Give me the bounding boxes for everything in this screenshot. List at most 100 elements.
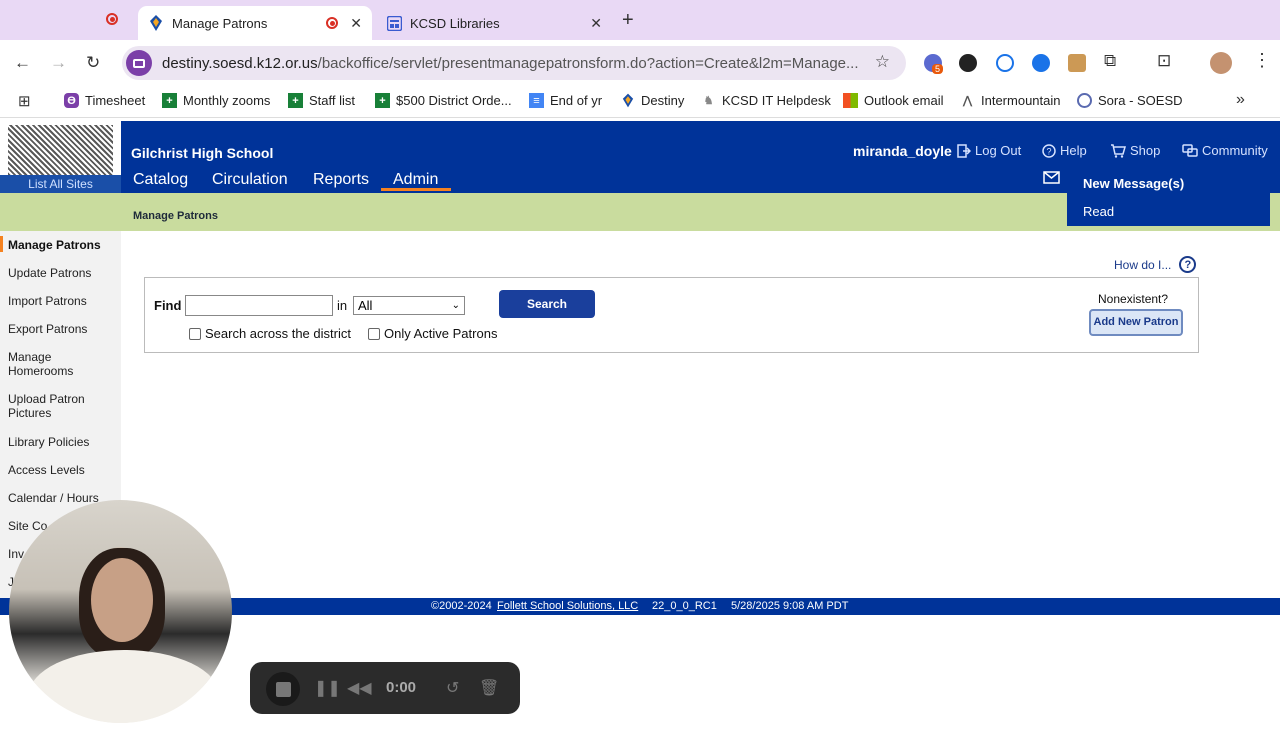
new-messages-item[interactable]: New Message(s) <box>1083 176 1184 191</box>
logout-link[interactable]: Log Out <box>957 143 1021 158</box>
webcam-face <box>91 558 153 642</box>
find-patron-panel: Find in All ⌄ Search Search across the d… <box>144 277 1199 353</box>
find-input[interactable] <box>185 295 333 316</box>
webcam-body <box>29 650 219 723</box>
pause-icon[interactable]: ❚❚ <box>314 678 341 698</box>
bookmark-intermountain[interactable]: ⋀ Intermountain <box>960 93 1061 108</box>
school-name: Gilchrist High School <box>131 145 274 161</box>
profile-avatar[interactable] <box>1210 52 1232 74</box>
extension-icon[interactable] <box>996 54 1014 72</box>
nav-reports[interactable]: Reports <box>313 171 369 189</box>
bookmark-star-icon[interactable]: ☆ <box>875 52 890 72</box>
help-link[interactable]: ? Help <box>1042 143 1087 158</box>
address-bar[interactable]: destiny.soesd.k12.or.us/backoffice/servl… <box>122 46 906 80</box>
more-bookmarks-icon[interactable]: » <box>1236 91 1245 109</box>
document-favicon-icon <box>386 15 402 31</box>
bookmark-end-of-yr[interactable]: ≡ End of yr <box>529 93 602 108</box>
site-info-icon[interactable] <box>126 50 152 76</box>
sheet-icon: + <box>375 93 390 108</box>
stop-recording-button[interactable] <box>266 672 300 706</box>
svg-text:?: ? <box>1046 146 1051 156</box>
extensions-puzzle-icon[interactable]: ⧉ <box>1104 51 1116 71</box>
community-link[interactable]: Community <box>1182 143 1268 158</box>
bookmark-district-order[interactable]: + $500 District Orde... <box>375 93 512 108</box>
forward-icon[interactable]: → <box>50 53 67 73</box>
webcam-overlay[interactable] <box>9 500 232 723</box>
restart-icon[interactable]: ↺ <box>446 678 459 698</box>
rewind-icon[interactable]: ◀◀ <box>347 678 372 698</box>
search-scope-select[interactable]: All ⌄ <box>353 296 465 315</box>
sidebar-item-upload-patron-pictures[interactable]: Upload Patron Pictures <box>8 392 92 420</box>
read-messages-item[interactable]: Read <box>1083 204 1114 219</box>
search-across-district-checkbox[interactable]: Search across the district <box>189 326 351 341</box>
sidebar-item-manage-homerooms[interactable]: Manage Homerooms <box>8 350 78 378</box>
bookmark-destiny[interactable]: Destiny <box>620 93 684 108</box>
community-icon <box>1182 143 1198 157</box>
checkbox-box[interactable] <box>189 327 201 340</box>
tab-search-icon[interactable]: ⊡ <box>1157 51 1171 71</box>
logout-icon <box>957 143 971 158</box>
sidebar-item-import-patrons[interactable]: Import Patrons <box>8 294 118 308</box>
nonexistent-label: Nonexistent? <box>1098 292 1169 306</box>
nav-catalog[interactable]: Catalog <box>133 171 188 189</box>
nav-circulation[interactable]: Circulation <box>212 171 288 189</box>
sidebar-item-access-levels[interactable]: Access Levels <box>8 463 118 477</box>
chevron-down-icon: ⌄ <box>451 300 460 311</box>
back-icon[interactable]: ← <box>14 53 31 73</box>
sidebar-item-library-policies[interactable]: Library Policies <box>8 435 118 449</box>
extension-icon[interactable] <box>959 54 977 72</box>
mail-icon[interactable] <box>1043 171 1060 184</box>
list-all-sites-link[interactable]: List All Sites <box>0 175 121 193</box>
sidebar-item-export-patrons[interactable]: Export Patrons <box>8 322 118 336</box>
sheet-icon: + <box>162 93 177 108</box>
microsoft-icon <box>843 93 858 108</box>
tab-title: Manage Patrons <box>172 15 268 31</box>
sora-icon <box>1077 93 1092 108</box>
tab-manage-patrons[interactable]: Manage Patrons ✕ <box>138 6 372 40</box>
close-tab-icon[interactable]: ✕ <box>350 15 362 32</box>
bookmark-it-helpdesk[interactable]: ♞ KCSD IT Helpdesk <box>701 93 831 108</box>
recorder-controls: ❚❚ ◀◀ 0:00 ↺ 🗑 <box>250 662 520 714</box>
sidebar-item-manage-patrons[interactable]: Manage Patrons <box>8 238 118 252</box>
extension-icon[interactable] <box>1032 54 1050 72</box>
trash-icon[interactable]: 🗑 <box>479 678 499 698</box>
username: miranda_doyle <box>853 143 952 159</box>
doc-icon: ≡ <box>529 93 544 108</box>
menu-kebab-icon[interactable]: ⋮ <box>1253 50 1271 71</box>
copyright-text: ©2002-2024 <box>431 600 492 612</box>
shop-link[interactable]: Shop <box>1110 143 1160 158</box>
timesheet-icon: ϴ <box>64 93 79 108</box>
bookmark-timesheet[interactable]: ϴ Timesheet <box>64 93 145 108</box>
bookmark-sora[interactable]: Sora - SOESD <box>1077 93 1183 108</box>
close-tab-icon[interactable]: ✕ <box>590 15 602 32</box>
version-text: 22_0_0_RC1 <box>652 600 717 612</box>
bookmark-staff-list[interactable]: + Staff list <box>288 93 355 108</box>
destiny-favicon-icon <box>148 15 164 31</box>
bookmark-monthly-zooms[interactable]: + Monthly zooms <box>162 93 270 108</box>
sidebar-item-update-patrons[interactable]: Update Patrons <box>8 266 118 280</box>
site-logo[interactable]: List All Sites <box>0 121 121 193</box>
in-label: in <box>337 298 348 313</box>
reload-icon[interactable]: ↻ <box>86 53 100 73</box>
nav-admin[interactable]: Admin <box>393 171 438 189</box>
recording-icon <box>106 13 118 25</box>
extension-icon[interactable] <box>1068 54 1086 72</box>
active-item-indicator <box>0 236 3 252</box>
help-icon: ? <box>1042 143 1056 158</box>
new-tab-icon[interactable]: + <box>622 9 634 32</box>
checkbox-box[interactable] <box>368 327 380 340</box>
active-nav-indicator <box>381 188 451 191</box>
find-label: Find <box>154 298 182 313</box>
how-do-i-link[interactable]: How do I... ? <box>1114 256 1197 273</box>
help-question-icon[interactable]: ? <box>1179 256 1197 273</box>
screen: Manage Patrons ✕ KCSD Libraries ✕ + ← → … <box>0 0 1280 731</box>
only-active-patrons-checkbox[interactable]: Only Active Patrons <box>368 326 497 341</box>
cart-icon <box>1111 143 1126 158</box>
bookmark-outlook[interactable]: Outlook email <box>843 93 943 108</box>
search-button[interactable]: Search <box>499 290 595 318</box>
mountain-icon: ⋀ <box>962 95 973 107</box>
apps-grid-icon[interactable]: ⊞ <box>18 92 31 110</box>
follett-link[interactable]: Follett School Solutions, LLC <box>497 600 638 612</box>
add-new-patron-button[interactable]: Add New Patron <box>1089 309 1183 336</box>
tab-kcsd-libraries[interactable]: KCSD Libraries ✕ <box>378 6 612 40</box>
